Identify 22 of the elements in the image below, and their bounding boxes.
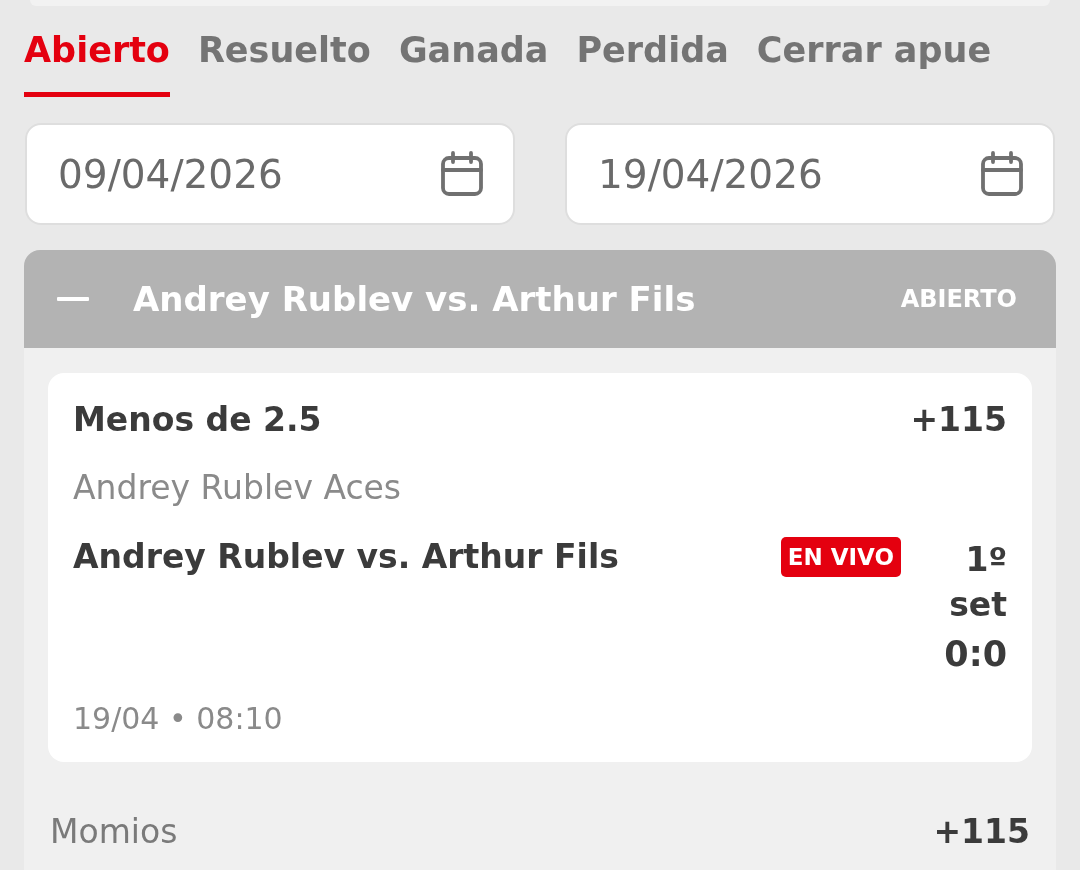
filter-tab[interactable]: Resuelto [197, 29, 371, 97]
filter-tab[interactable]: Abierto [24, 29, 170, 97]
odds-value: +115 [910, 400, 1007, 440]
score-value: 0:0 [944, 633, 1007, 676]
live-badge: EN VIVO [780, 537, 901, 577]
filter-tab[interactable]: Cerrar apue [756, 29, 992, 97]
calendar-icon[interactable] [980, 151, 1024, 197]
summary-value: +115 [933, 812, 1030, 852]
calendar-icon[interactable] [440, 151, 484, 197]
match-title: Andrey Rublev vs. Arthur Fils [133, 277, 696, 321]
date-field[interactable]: 09/04/2026 [25, 123, 515, 225]
event-name: Andrey Rublev vs. Arthur Fils [73, 537, 619, 577]
status-label: ABIERTO [900, 284, 1017, 315]
market-name: Andrey Rublev Aces [73, 468, 402, 507]
event-datetime: 19/04 • 08:10 [73, 701, 283, 736]
period-label: 1º set [948, 539, 1007, 626]
filter-tab[interactable]: Ganada [398, 29, 549, 97]
date-field[interactable]: 19/04/2026 [565, 123, 1055, 225]
bet-group-header[interactable]: Andrey Rublev vs. Arthur Fils ABIERTO [24, 250, 1056, 348]
pick-name: Menos de 2.5 [73, 400, 322, 440]
summary-label: Momios [50, 812, 178, 852]
filter-tab[interactable]: Perdida [576, 29, 729, 97]
